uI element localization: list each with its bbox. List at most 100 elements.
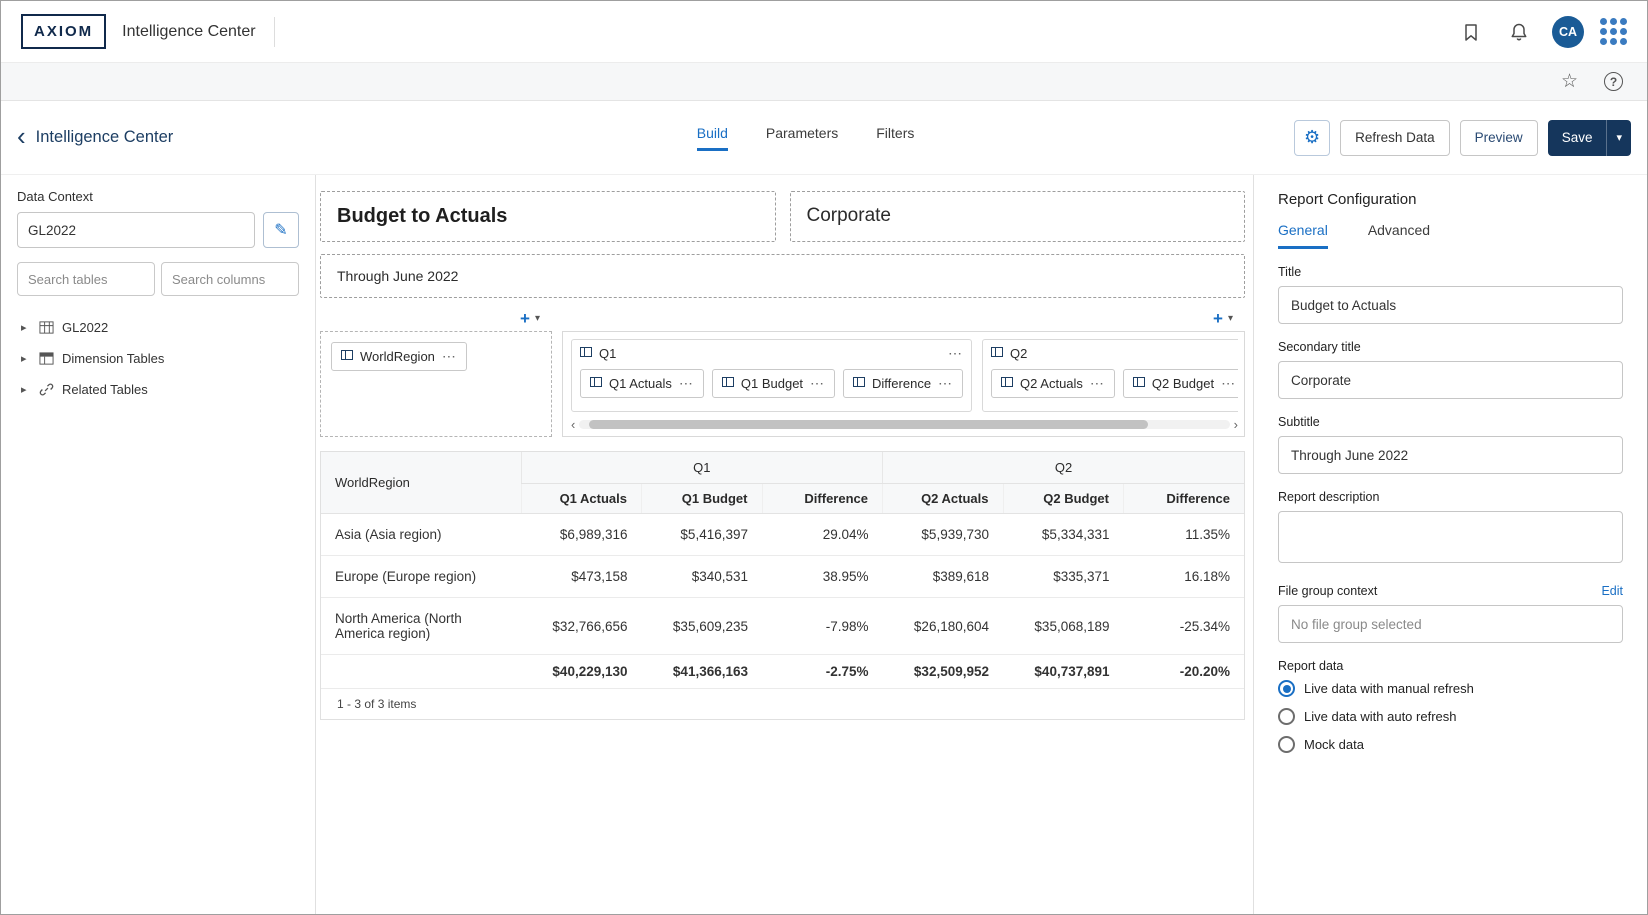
chip-menu-icon[interactable]: ⋯	[679, 379, 694, 387]
axiom-logo: AXIOM	[21, 14, 106, 49]
notifications-bell-icon[interactable]	[1502, 15, 1536, 49]
file-group-edit-link[interactable]: Edit	[1601, 584, 1623, 598]
scroll-left-icon[interactable]: ‹	[571, 418, 575, 431]
field-chip-q1-difference[interactable]: Difference ⋯	[843, 369, 963, 398]
preview-button[interactable]: Preview	[1460, 120, 1538, 156]
save-split-button[interactable]: Save ▾	[1548, 120, 1631, 156]
back-chevron-icon: ‹	[17, 126, 26, 146]
description-field-label: Report description	[1278, 490, 1623, 504]
column-icon	[853, 376, 865, 391]
radio-live-data-auto-refresh[interactable]: Live data with auto refresh	[1278, 708, 1623, 725]
search-columns-input[interactable]	[161, 262, 299, 296]
row-label: Asia (Asia region)	[321, 514, 521, 556]
radio-icon[interactable]	[1278, 736, 1295, 753]
title-field-label: Title	[1278, 265, 1623, 279]
expand-caret-icon[interactable]: ▸	[21, 383, 31, 396]
columns-scrollbar[interactable]: ‹ ›	[571, 417, 1238, 432]
table-row: Europe (Europe region) $473,158 $340,531…	[321, 556, 1244, 598]
report-description-input[interactable]	[1278, 511, 1623, 563]
subtitle-input[interactable]	[1278, 436, 1623, 474]
group-menu-icon[interactable]: ⋯	[948, 349, 963, 357]
edit-data-context-button[interactable]: ✎	[263, 212, 299, 248]
scroll-right-icon[interactable]: ›	[1234, 418, 1238, 431]
secondary-title-field-label: Secondary title	[1278, 340, 1623, 354]
chevron-down-icon: ▾	[1228, 313, 1233, 324]
related-tables-icon	[39, 382, 54, 397]
favorite-star-icon[interactable]: ☆	[1561, 70, 1578, 93]
search-tables-input[interactable]	[17, 262, 155, 296]
table-column-header: Q1 Actuals	[521, 484, 642, 514]
tree-item-dimension-tables[interactable]: ▸ Dimension Tables	[17, 343, 299, 374]
chip-menu-icon[interactable]: ⋯	[938, 379, 953, 387]
tab-advanced[interactable]: Advanced	[1368, 222, 1430, 249]
subtitle-field-label: Subtitle	[1278, 415, 1623, 429]
table-cell: $32,509,952	[883, 655, 1004, 689]
field-chip-label: Q1 Actuals	[609, 376, 672, 391]
bookmark-icon[interactable]	[1454, 15, 1488, 49]
app-launcher-icon[interactable]	[1600, 18, 1627, 45]
field-chip-q1-budget[interactable]: Q1 Budget ⋯	[712, 369, 835, 398]
chip-menu-icon[interactable]: ⋯	[442, 352, 457, 360]
secondary-title-input[interactable]	[1278, 361, 1623, 399]
tab-filters[interactable]: Filters	[876, 125, 914, 151]
data-context-input[interactable]	[17, 212, 255, 248]
scrollbar-thumb[interactable]	[589, 420, 1148, 429]
field-chip-q2-actuals[interactable]: Q2 Actuals ⋯	[991, 369, 1115, 398]
table-column-header: Q2 Budget	[1003, 484, 1124, 514]
table-cell: $5,416,397	[642, 514, 763, 556]
top-header: AXIOM Intelligence Center CA	[1, 1, 1647, 63]
radio-mock-data[interactable]: Mock data	[1278, 736, 1623, 753]
data-context-sidebar: Data Context ✎ ▸ GL2022 ▸	[1, 175, 316, 914]
chip-menu-icon[interactable]: ⋯	[1090, 379, 1105, 387]
table-total-row: $40,229,130 $41,366,163 -2.75% $32,509,9…	[321, 655, 1244, 689]
report-configuration-panel: Report Configuration General Advanced Ti…	[1253, 175, 1647, 914]
report-data-field-label: Report data	[1278, 659, 1623, 673]
radio-live-data-manual-refresh[interactable]: Live data with manual refresh	[1278, 680, 1623, 697]
table-column-header: Q1 Budget	[642, 484, 763, 514]
save-button[interactable]: Save	[1548, 130, 1607, 145]
field-chip-worldregion[interactable]: WorldRegion ⋯	[331, 342, 467, 371]
report-secondary-title-block[interactable]: Corporate	[790, 191, 1246, 242]
field-chip-q2-budget[interactable]: Q2 Budget ⋯	[1123, 369, 1238, 398]
column-group-label: Q2	[1010, 346, 1027, 361]
expand-caret-icon[interactable]: ▸	[21, 352, 31, 365]
table-group-header-q2: Q2	[883, 452, 1245, 484]
refresh-data-button[interactable]: Refresh Data	[1340, 120, 1450, 156]
user-avatar[interactable]: CA	[1552, 16, 1584, 48]
table-column-header: Difference	[1124, 484, 1245, 514]
edit-pencil-icon: ✎	[274, 222, 287, 239]
tab-build[interactable]: Build	[697, 125, 728, 151]
table-cell: $389,618	[883, 556, 1004, 598]
table-cell: -25.34%	[1124, 598, 1245, 655]
save-dropdown-icon[interactable]: ▾	[1607, 131, 1631, 144]
column-group-q1[interactable]: Q1 ⋯ Q1 Actuals ⋯	[571, 339, 972, 412]
columns-drop-zone[interactable]: Q1 ⋯ Q1 Actuals ⋯	[562, 331, 1245, 437]
radio-icon[interactable]	[1278, 708, 1295, 725]
column-group-q2[interactable]: Q2 ⋯ Q2 Actuals ⋯	[982, 339, 1238, 412]
tree-item-gl2022[interactable]: ▸ GL2022	[17, 312, 299, 343]
tree-item-related-tables[interactable]: ▸ Related Tables	[17, 374, 299, 405]
field-chip-q1-actuals[interactable]: Q1 Actuals ⋯	[580, 369, 704, 398]
tab-parameters[interactable]: Parameters	[766, 125, 838, 151]
report-subtitle-block[interactable]: Through June 2022	[320, 254, 1245, 298]
expand-caret-icon[interactable]: ▸	[21, 321, 31, 334]
title-input[interactable]	[1278, 286, 1623, 324]
chip-menu-icon[interactable]: ⋯	[810, 379, 825, 387]
row-label: Europe (Europe region)	[321, 556, 521, 598]
table-cell: $5,334,331	[1003, 514, 1124, 556]
add-column-field-button[interactable]: + ▾	[1213, 310, 1245, 327]
utility-bar: ☆ ?	[1, 63, 1647, 101]
panel-title: Report Configuration	[1278, 191, 1623, 208]
back-link[interactable]: ‹ Intelligence Center	[17, 128, 317, 148]
tab-general[interactable]: General	[1278, 222, 1328, 249]
file-group-input[interactable]	[1278, 605, 1623, 643]
add-row-field-button[interactable]: + ▾	[520, 310, 552, 327]
rows-drop-zone[interactable]: WorldRegion ⋯	[320, 331, 552, 437]
report-title-block[interactable]: Budget to Actuals	[320, 191, 776, 242]
chip-menu-icon[interactable]: ⋯	[1221, 379, 1236, 387]
scrollbar-track[interactable]	[579, 420, 1229, 429]
radio-selected-icon[interactable]	[1278, 680, 1295, 697]
table-cell: $32,766,656	[521, 598, 642, 655]
settings-gear-button[interactable]: ⚙	[1294, 120, 1330, 156]
help-icon[interactable]: ?	[1604, 72, 1623, 91]
